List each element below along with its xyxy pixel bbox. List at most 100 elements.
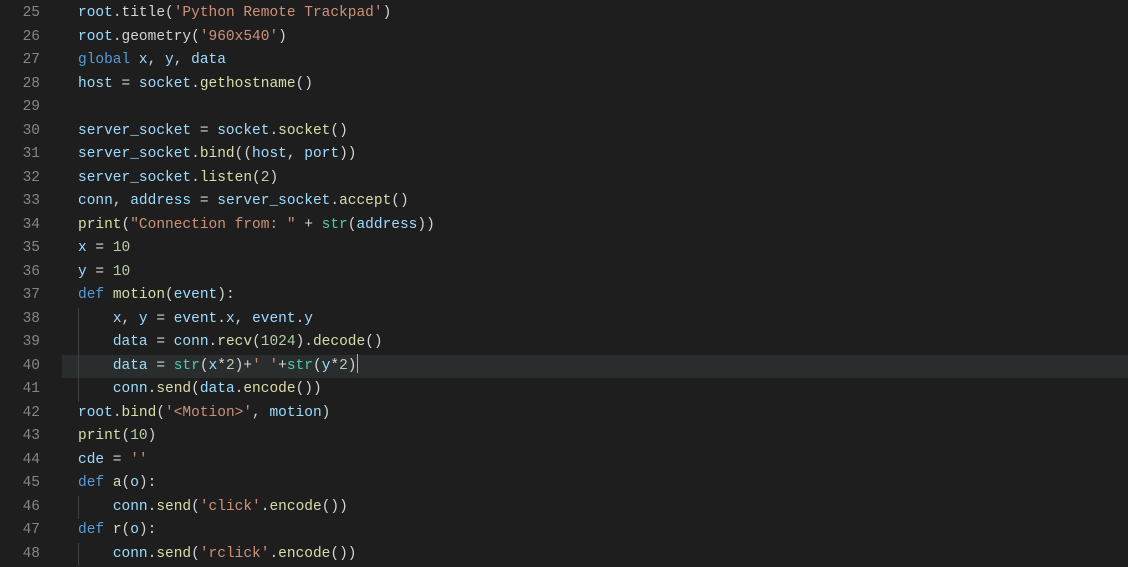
code-token: , bbox=[174, 52, 191, 68]
code-line[interactable]: root.bind('<Motion>', motion) bbox=[62, 402, 1128, 426]
code-line[interactable]: root.title('Python Remote Trackpad') bbox=[62, 2, 1128, 26]
code-token: event bbox=[174, 311, 218, 327]
code-token: r bbox=[113, 522, 122, 538]
code-line[interactable]: host = socket.gethostname() bbox=[62, 73, 1128, 97]
code-token: ) bbox=[348, 358, 357, 374]
code-token: x bbox=[139, 52, 148, 68]
code-token: ) bbox=[217, 287, 226, 303]
code-token: '<Motion>' bbox=[165, 405, 252, 421]
code-token: ' ' bbox=[252, 358, 278, 374]
code-token: bind bbox=[122, 405, 157, 421]
line-number: 44 bbox=[0, 449, 62, 473]
line-number: 38 bbox=[0, 308, 62, 332]
indent-guide bbox=[78, 543, 79, 567]
line-number: 36 bbox=[0, 261, 62, 285]
code-token: host bbox=[78, 76, 113, 92]
line-number-gutter: 2526272829303132333435363738394041424344… bbox=[0, 0, 62, 567]
code-line[interactable] bbox=[62, 96, 1128, 120]
code-token: socket bbox=[217, 123, 269, 139]
code-token: server_socket bbox=[217, 193, 330, 209]
code-token: . bbox=[296, 311, 305, 327]
line-number: 33 bbox=[0, 190, 62, 214]
code-token: = bbox=[113, 76, 139, 92]
code-line[interactable]: cde = '' bbox=[62, 449, 1128, 473]
code-line[interactable]: print(10) bbox=[62, 425, 1128, 449]
code-token: accept bbox=[339, 193, 391, 209]
code-token: ) bbox=[322, 405, 331, 421]
indent-guide bbox=[78, 308, 79, 332]
code-token: socket bbox=[139, 76, 191, 92]
code-line[interactable]: conn.send('rclick'.encode()) bbox=[62, 543, 1128, 567]
code-token: address bbox=[356, 217, 417, 233]
code-token: event bbox=[174, 287, 218, 303]
code-token: 'click' bbox=[200, 499, 261, 515]
code-editor[interactable]: 2526272829303132333435363738394041424344… bbox=[0, 0, 1128, 567]
code-line[interactable]: y = 10 bbox=[62, 261, 1128, 285]
code-token: ) bbox=[383, 5, 392, 21]
code-token: . bbox=[191, 170, 200, 186]
code-token: 2 bbox=[226, 358, 235, 374]
code-line[interactable]: global x, y, data bbox=[62, 49, 1128, 73]
code-token: a bbox=[113, 475, 122, 491]
code-token: : bbox=[148, 475, 157, 491]
indent-guide bbox=[78, 355, 79, 379]
code-line[interactable]: def motion(event): bbox=[62, 284, 1128, 308]
code-token: str bbox=[322, 217, 348, 233]
code-token: def bbox=[78, 287, 104, 303]
code-token: = bbox=[148, 358, 174, 374]
code-token: = bbox=[148, 311, 174, 327]
line-number: 30 bbox=[0, 120, 62, 144]
code-token: str bbox=[174, 358, 200, 374]
code-token: (( bbox=[235, 146, 252, 162]
code-token: o bbox=[130, 522, 139, 538]
code-line[interactable]: conn, address = server_socket.accept() bbox=[62, 190, 1128, 214]
code-token: + bbox=[278, 358, 287, 374]
line-number: 46 bbox=[0, 496, 62, 520]
code-token: server_socket bbox=[78, 123, 191, 139]
code-token: host bbox=[252, 146, 287, 162]
code-line[interactable]: server_socket.bind((host, port)) bbox=[62, 143, 1128, 167]
code-line[interactable]: x = 10 bbox=[62, 237, 1128, 261]
code-token: .geometry( bbox=[113, 29, 200, 45]
code-line[interactable]: def r(o): bbox=[62, 519, 1128, 543]
code-token: data bbox=[113, 358, 148, 374]
code-token: send bbox=[156, 499, 191, 515]
line-number: 28 bbox=[0, 73, 62, 97]
code-token: , bbox=[235, 311, 252, 327]
code-token: ) bbox=[269, 170, 278, 186]
code-token: ( bbox=[122, 522, 131, 538]
code-token: address bbox=[130, 193, 191, 209]
code-token: . bbox=[209, 334, 218, 350]
code-token: gethostname bbox=[200, 76, 296, 92]
code-line[interactable]: root.geometry('960x540') bbox=[62, 26, 1128, 50]
code-token: 10 bbox=[113, 240, 130, 256]
code-token: = bbox=[148, 334, 174, 350]
code-token: def bbox=[78, 475, 104, 491]
code-token: .title( bbox=[113, 5, 174, 21]
code-token: motion bbox=[113, 287, 165, 303]
code-token: ( bbox=[252, 170, 261, 186]
code-line[interactable]: conn.send('click'.encode()) bbox=[62, 496, 1128, 520]
code-token: o bbox=[130, 475, 139, 491]
code-token: root bbox=[78, 29, 113, 45]
line-number: 45 bbox=[0, 472, 62, 496]
code-token: recv bbox=[217, 334, 252, 350]
code-token: print bbox=[78, 428, 122, 444]
code-line[interactable]: x, y = event.x, event.y bbox=[62, 308, 1128, 332]
code-token: () bbox=[296, 76, 313, 92]
code-line[interactable]: server_socket = socket.socket() bbox=[62, 120, 1128, 144]
code-token: ). bbox=[296, 334, 313, 350]
code-token: str bbox=[287, 358, 313, 374]
code-line[interactable]: conn.send(data.encode()) bbox=[62, 378, 1128, 402]
code-line[interactable]: def a(o): bbox=[62, 472, 1128, 496]
code-token: ( bbox=[122, 428, 131, 444]
code-line[interactable]: data = conn.recv(1024).decode() bbox=[62, 331, 1128, 355]
line-number: 43 bbox=[0, 425, 62, 449]
code-token: . bbox=[217, 311, 226, 327]
code-area[interactable]: root.title('Python Remote Trackpad')root… bbox=[62, 0, 1128, 567]
code-line[interactable]: server_socket.listen(2) bbox=[62, 167, 1128, 191]
code-line[interactable]: print("Connection from: " + str(address)… bbox=[62, 214, 1128, 238]
code-token: server_socket bbox=[78, 146, 191, 162]
code-line[interactable]: data = str(x*2)+' '+str(y*2) bbox=[62, 355, 1128, 379]
code-token: ( bbox=[313, 358, 322, 374]
